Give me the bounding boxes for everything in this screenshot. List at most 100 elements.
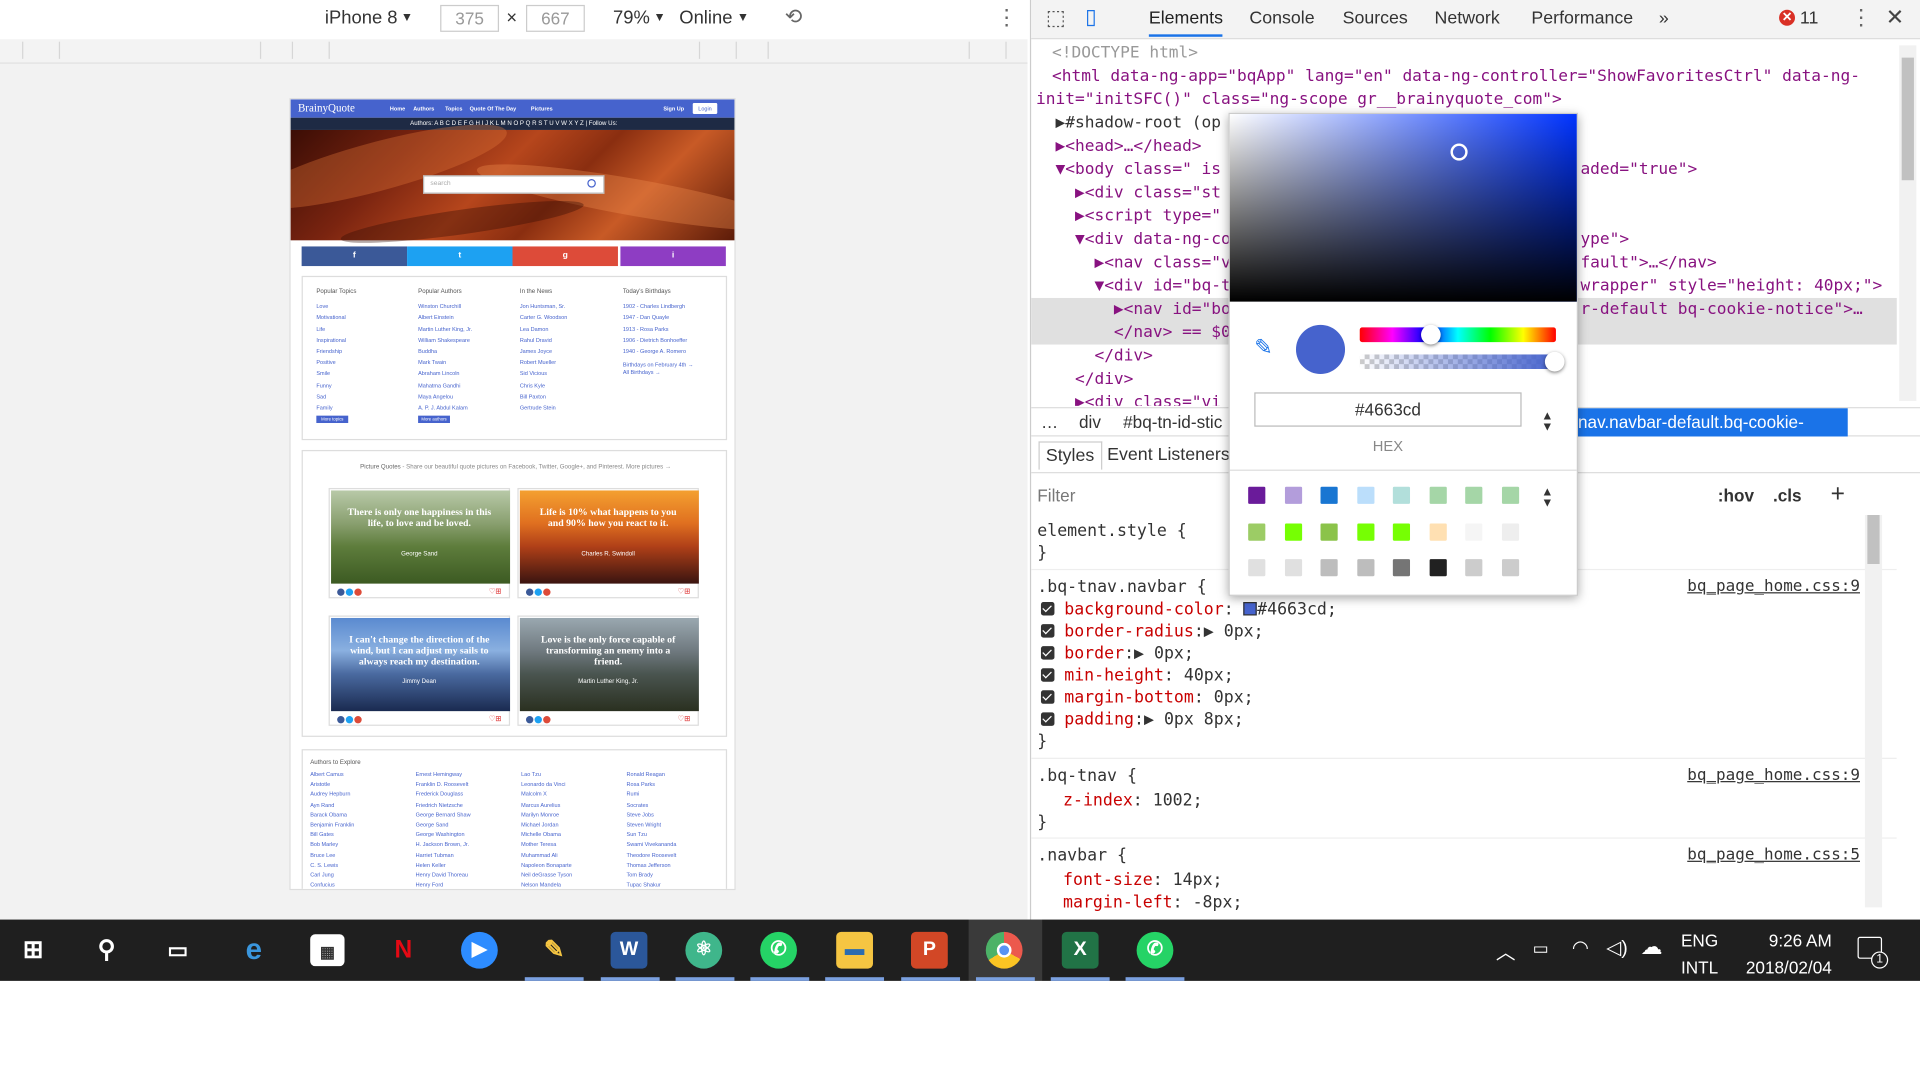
dom-line[interactable]: init="initSFC()" class="ng-scope gr__bra… — [1036, 88, 1562, 111]
dom-line-tail[interactable]: aded="true"> — [1580, 158, 1697, 181]
list-item[interactable]: Henry David Thoreau — [416, 871, 517, 881]
list-item[interactable]: Birthdays on February 4th → — [623, 362, 724, 369]
list-item[interactable]: Thomas Jefferson — [627, 861, 728, 871]
list-item[interactable]: Life — [316, 323, 417, 334]
palette-swatch[interactable] — [1248, 522, 1266, 541]
add-rule-button[interactable]: + — [1831, 481, 1845, 509]
property-value[interactable]: -8px; — [1193, 893, 1243, 913]
palette-swatch[interactable] — [1284, 486, 1302, 504]
nav-pictures[interactable]: Pictures — [531, 105, 553, 111]
media-query-ruler[interactable] — [0, 39, 1028, 64]
picture-quote-card[interactable]: Love is the only force capable of transf… — [517, 615, 699, 726]
css-property[interactable]: min-height: 40px; — [1040, 665, 1234, 687]
rule-selector[interactable]: .navbar { — [1037, 845, 1127, 867]
chevron-down-icon[interactable]: ▼ — [654, 11, 666, 24]
list-item[interactable]: Family — [316, 402, 417, 413]
checkbox-icon[interactable] — [1040, 646, 1055, 660]
dom-line[interactable]: ▶<div class="st — [1036, 181, 1221, 204]
list-item[interactable]: Jon Huntsman, Sr. — [520, 301, 621, 312]
list-item[interactable]: Audrey Hepburn — [310, 790, 411, 800]
dom-line[interactable]: <html data-ng-app="bqApp" lang="en" data… — [1052, 65, 1860, 88]
sv-handle[interactable] — [1450, 143, 1468, 161]
dom-line[interactable]: ▼<div id="bq-t — [1036, 275, 1230, 298]
list-item[interactable]: Malcolm X — [521, 790, 622, 800]
authors-alphabet-bar[interactable]: Authors: A B C D E F G H I J K L M N O P… — [290, 117, 735, 130]
dom-line[interactable]: ▼<body class=" is — [1036, 158, 1222, 181]
rule-selector[interactable]: .bq-tnav { — [1037, 765, 1137, 787]
list-item[interactable]: Mother Teresa — [521, 840, 622, 850]
task-view-icon[interactable]: ▭ — [159, 932, 196, 969]
list-item[interactable]: Carter G. Woodson — [520, 312, 621, 323]
picture-quote-card[interactable]: Life is 10% what happens to you and 90% … — [517, 487, 699, 599]
css-property[interactable]: margin-left: -8px; — [1063, 891, 1242, 913]
breadcrumb-selected[interactable]: nav.navbar-default.bq-cookie-notice — [1575, 408, 1848, 459]
tab-event-listeners[interactable]: Event Listeners — [1107, 445, 1230, 465]
list-item[interactable]: Marcus Aurelius — [521, 800, 622, 810]
tab-network[interactable]: Network — [1435, 9, 1500, 29]
more-options-icon[interactable]: ⋮ — [1850, 5, 1872, 31]
inspect-icon[interactable]: ⬚ — [1046, 6, 1066, 31]
rule-source-link[interactable]: bq_page_home.css:9 — [1687, 576, 1860, 598]
list-item[interactable]: Marilyn Monroe — [521, 810, 622, 820]
list-item[interactable]: Theodore Roosevelt — [627, 850, 728, 860]
list-item[interactable]: Love — [316, 301, 417, 312]
list-item[interactable]: Franklin D. Roosevelt — [416, 780, 517, 790]
list-item[interactable]: Bill Paxton — [520, 391, 621, 402]
list-item[interactable]: Buddha — [418, 346, 519, 357]
list-item[interactable]: Napoleon Bonaparte — [521, 861, 622, 871]
list-item[interactable]: Confucius — [310, 881, 411, 889]
heart-icon[interactable]: ♡⊞ — [678, 587, 691, 596]
palette-swatch[interactable] — [1284, 522, 1302, 541]
share-icons[interactable] — [525, 588, 552, 599]
dom-line[interactable]: ▶<div class="vi — [1036, 391, 1221, 406]
clock[interactable]: 9:26 AM 2018/02/04 — [1734, 927, 1832, 981]
powerpoint-icon[interactable]: P — [910, 931, 948, 969]
dom-line-tail[interactable]: fault">…</nav> — [1580, 251, 1716, 274]
list-item[interactable]: Socrates — [627, 800, 728, 810]
property-value[interactable]: 14px; — [1173, 871, 1223, 891]
list-item[interactable]: Lao Tzu — [521, 770, 622, 780]
list-item[interactable]: Smile — [316, 368, 417, 379]
list-item[interactable]: Positive — [316, 357, 417, 368]
list-item[interactable]: Neil deGrasse Tyson — [521, 871, 622, 881]
list-item[interactable]: George Bernard Shaw — [416, 810, 517, 820]
property-value[interactable]: ▶ 0px 8px; — [1144, 710, 1244, 730]
paint-icon[interactable]: ✎ — [536, 932, 573, 969]
list-item[interactable]: H. Jackson Brown, Jr. — [416, 840, 517, 850]
list-item[interactable]: Muhammad Ali — [521, 850, 622, 860]
dom-line[interactable]: ▶<nav id="bo — [1036, 298, 1231, 321]
property-value[interactable]: ▶ 0px; — [1134, 644, 1194, 664]
list-item[interactable]: 1913 - Rosa Parks — [623, 323, 724, 334]
palette-swatch[interactable] — [1501, 486, 1519, 504]
rule-selector[interactable]: .bq-tnav.navbar { — [1037, 576, 1206, 598]
search-icon[interactable] — [587, 179, 596, 188]
heart-icon[interactable]: ♡⊞ — [489, 587, 502, 596]
list-item[interactable]: C. S. Lewis — [310, 861, 411, 871]
share-icons[interactable] — [525, 716, 552, 726]
language-indicator[interactable]: ENG INTL — [1681, 927, 1718, 981]
list-item[interactable]: 1902 - Charles Lindbergh — [623, 301, 724, 312]
list-item[interactable]: Sun Tzu — [627, 830, 728, 840]
list-item[interactable]: 1947 - Dan Quayle — [623, 312, 724, 323]
list-item[interactable]: Michael Jordan — [521, 820, 622, 830]
list-item[interactable]: Motivational — [316, 312, 417, 323]
dom-line[interactable]: ▶<script type=" — [1036, 205, 1221, 228]
battery-icon[interactable]: ▭ — [1533, 938, 1549, 959]
dom-line[interactable]: </div> — [1036, 368, 1133, 391]
list-item[interactable]: Sad — [316, 391, 417, 402]
property-name[interactable]: padding — [1064, 710, 1134, 730]
list-item[interactable]: Sid Vicious — [520, 368, 621, 379]
store-icon[interactable]: ▦ — [310, 934, 345, 967]
list-item[interactable]: Robert Mueller — [520, 357, 621, 368]
list-item[interactable]: 1940 - George A. Romero — [623, 346, 724, 357]
palette-swatch[interactable] — [1248, 486, 1266, 504]
hue-slider[interactable] — [1359, 327, 1556, 343]
login-button[interactable]: Login — [692, 102, 718, 115]
width-input[interactable]: 375 — [440, 4, 500, 32]
edge-icon[interactable]: e — [235, 932, 272, 969]
picture-quote-card[interactable]: I can't change the direction of the wind… — [328, 615, 511, 726]
saturation-value-area[interactable] — [1229, 114, 1577, 302]
list-item[interactable]: Benjamin Franklin — [310, 820, 411, 830]
google-share-button[interactable]: g — [512, 246, 618, 267]
picture-quotes-subtitle[interactable]: - Share our beautiful quote pictures on … — [401, 463, 671, 470]
